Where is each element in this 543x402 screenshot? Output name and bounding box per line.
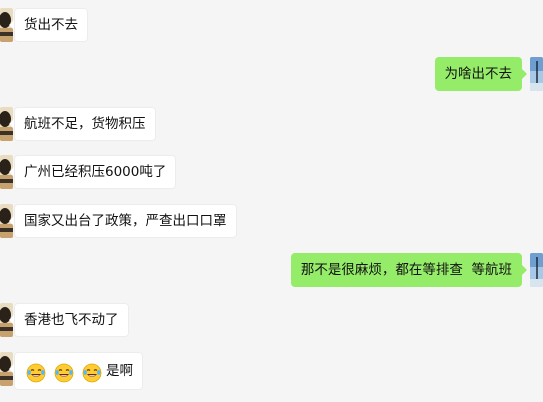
message-text: 广州已经积压6000吨了 <box>24 164 167 180</box>
message-text: 货出不去 <box>24 17 78 33</box>
message-text: 香港也飞不动了 <box>24 312 119 328</box>
message-bubble-incoming[interactable]: 广州已经积压6000吨了 <box>8 155 177 189</box>
message-text: 国家又出台了政策，严查出口口罩 <box>24 213 227 229</box>
message-text: 为啥出不去 <box>444 66 513 82</box>
message-bubble-incoming[interactable]: 国家又出台了政策，严查出口口罩 <box>9 204 237 238</box>
message-bubble-incoming[interactable]: 航班不足，货物积压 <box>9 107 156 141</box>
message-bubble-outgoing[interactable]: 那不是很麻烦，都在等排查 等航班 <box>290 253 528 287</box>
message-bubble-incoming[interactable]: 香港也飞不动了 <box>9 303 129 337</box>
tears-of-joy-icon <box>26 360 46 383</box>
own-avatar[interactable] <box>530 57 543 91</box>
message-bubble-incoming[interactable]: 货出不去 <box>9 8 88 42</box>
message-text: 是啊 <box>106 363 133 379</box>
own-avatar[interactable] <box>530 253 543 287</box>
tears-of-joy-icon <box>82 360 102 383</box>
message-bubble-incoming[interactable]: 是啊 <box>9 352 143 390</box>
message-text: 那不是很麻烦，都在等排查 等航班 <box>300 262 512 278</box>
message-bubble-outgoing[interactable]: 为啥出不去 <box>434 57 527 91</box>
chat-window: 货出不去 为啥出不去 航班不足，货物积压 广州已经积压6000吨了 国家又出台了… <box>0 0 543 402</box>
message-text: 航班不足，货物积压 <box>24 116 146 132</box>
tears-of-joy-icon <box>54 360 74 383</box>
